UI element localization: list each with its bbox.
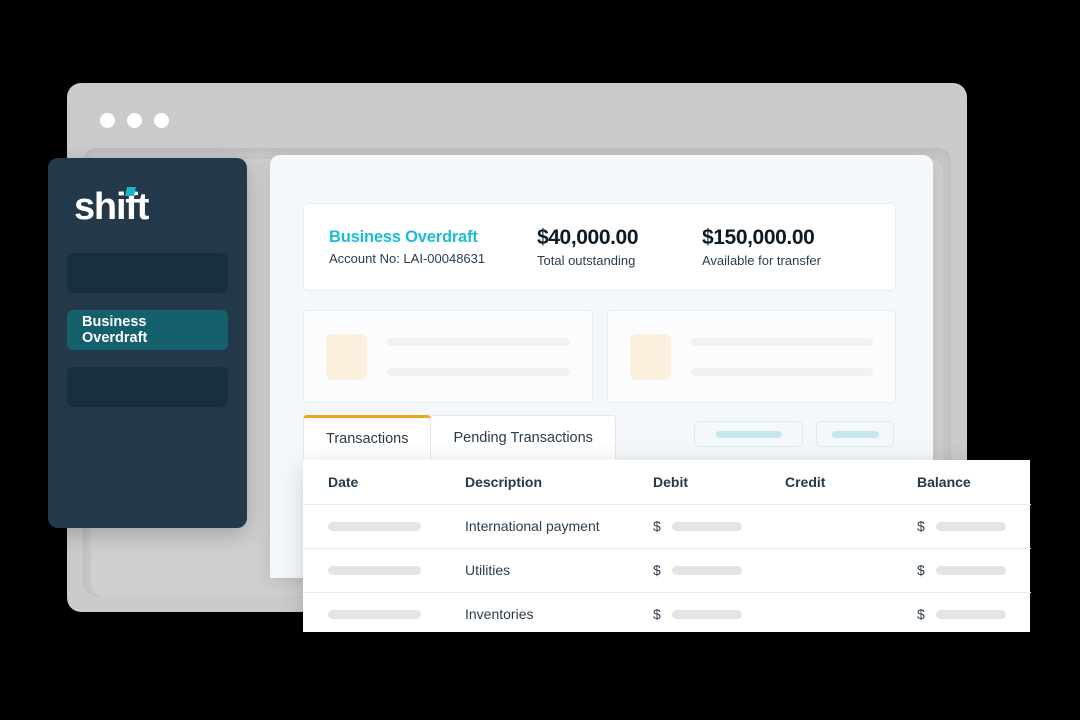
cell-credit: [785, 548, 917, 593]
debit-placeholder-bar: [671, 521, 742, 531]
sidebar-item-label: Business Overdraft: [82, 314, 148, 346]
account-identity: Business Overdraft Account No: LAI-00048…: [329, 228, 537, 266]
tab-label: Transactions: [326, 431, 409, 447]
placeholder-line: [387, 337, 570, 346]
cell-description: Inventories: [465, 606, 534, 623]
sidebar: shift Business Overdraft: [48, 158, 247, 528]
currency-symbol: $: [917, 562, 925, 578]
balance-placeholder-bar: [935, 565, 1006, 575]
total-outstanding-amount: $40,000.00: [537, 226, 639, 249]
date-placeholder-bar: [328, 609, 421, 619]
transactions-table-panel: Date Description Debit Credit Balance In…: [303, 460, 1031, 632]
cell-credit: [785, 504, 917, 549]
cell-credit: [785, 592, 917, 636]
placeholder-lines: [387, 337, 570, 376]
cell-balance: $: [917, 548, 1031, 593]
column-header-debit[interactable]: Debit: [653, 460, 785, 505]
cell-debit: $: [653, 504, 785, 549]
cell-description: International payment: [465, 504, 653, 549]
cell-balance: $: [917, 504, 1031, 549]
action-button-1[interactable]: [694, 421, 803, 447]
cell-debit: $: [653, 548, 785, 593]
available-transfer-label: Available for transfer: [702, 253, 821, 268]
placeholder-thumbnail-icon: [326, 333, 367, 380]
tab-pending-transactions[interactable]: Pending Transactions: [430, 415, 616, 460]
screenshot-stage: shift Business Overdraft Business Overdr…: [0, 0, 1080, 720]
balance-placeholder-bar: [935, 609, 1006, 619]
table-row[interactable]: International payment $ $: [303, 504, 1031, 549]
tab-label: Pending Transactions: [453, 430, 593, 446]
placeholder-lines: [690, 337, 873, 376]
action-button-placeholder-bar: [831, 430, 879, 438]
debit-placeholder-bar: [671, 565, 742, 575]
account-summary-card: Business Overdraft Account No: LAI-00048…: [303, 203, 896, 291]
close-dot-icon[interactable]: [100, 113, 115, 128]
placeholder-line: [690, 337, 873, 346]
date-placeholder-bar: [328, 521, 421, 531]
table-row[interactable]: Utilities $ $: [303, 548, 1031, 593]
table-row[interactable]: Inventories $ $: [303, 592, 1031, 636]
balance-placeholder-bar: [935, 521, 1006, 531]
column-header-description[interactable]: Description: [465, 460, 653, 505]
tab-transactions[interactable]: Transactions: [303, 415, 432, 460]
placeholder-card-2: [606, 310, 896, 403]
date-placeholder-bar: [328, 565, 421, 575]
transactions-tabs: Transactions Pending Transactions: [303, 415, 616, 460]
table-header-row: Date Description Debit Credit Balance: [303, 460, 1031, 505]
action-button-placeholder-bar: [715, 430, 782, 438]
available-transfer-block: $150,000.00 Available for transfer: [702, 226, 821, 268]
account-name: Business Overdraft: [329, 228, 478, 246]
action-button-2[interactable]: [816, 421, 894, 447]
cell-date: [303, 504, 465, 549]
sidebar-item-placeholder-1[interactable]: [67, 253, 228, 293]
column-header-credit[interactable]: Credit: [785, 460, 917, 505]
column-header-date[interactable]: Date: [303, 460, 465, 505]
window-traffic-lights: [100, 113, 169, 128]
currency-symbol: $: [653, 606, 661, 623]
available-transfer-amount: $150,000.00: [702, 226, 815, 249]
placeholder-line: [387, 367, 570, 376]
placeholder-line: [690, 367, 873, 376]
placeholder-cards-row: [303, 310, 896, 403]
logo-text: shift: [74, 186, 149, 228]
sidebar-item-business-overdraft[interactable]: Business Overdraft: [67, 310, 228, 350]
shift-logo: shift: [74, 186, 149, 228]
total-outstanding-block: $40,000.00 Total outstanding: [537, 226, 702, 268]
debit-placeholder-bar: [671, 609, 742, 619]
column-header-balance[interactable]: Balance: [917, 460, 1031, 505]
currency-symbol: $: [917, 518, 925, 534]
total-outstanding-label: Total outstanding: [537, 253, 636, 268]
currency-symbol: $: [653, 518, 661, 534]
cell-description: Utilities: [465, 548, 653, 593]
currency-symbol: $: [653, 562, 661, 578]
table-action-buttons: [694, 421, 894, 447]
currency-symbol: $: [917, 606, 925, 623]
cell-debit: $: [653, 592, 785, 636]
cell-date: [303, 548, 465, 593]
maximize-dot-icon[interactable]: [154, 113, 169, 128]
logo-accent-dot-icon: [125, 187, 136, 196]
transactions-table: Date Description Debit Credit Balance In…: [303, 460, 1031, 636]
cell-balance: $: [917, 592, 1031, 636]
cell-date: [303, 592, 465, 636]
placeholder-thumbnail-icon: [629, 333, 671, 380]
placeholder-card-1: [303, 310, 593, 403]
minimize-dot-icon[interactable]: [127, 113, 142, 128]
account-number: Account No: LAI-00048631: [329, 251, 486, 266]
sidebar-item-placeholder-2[interactable]: [67, 367, 228, 407]
